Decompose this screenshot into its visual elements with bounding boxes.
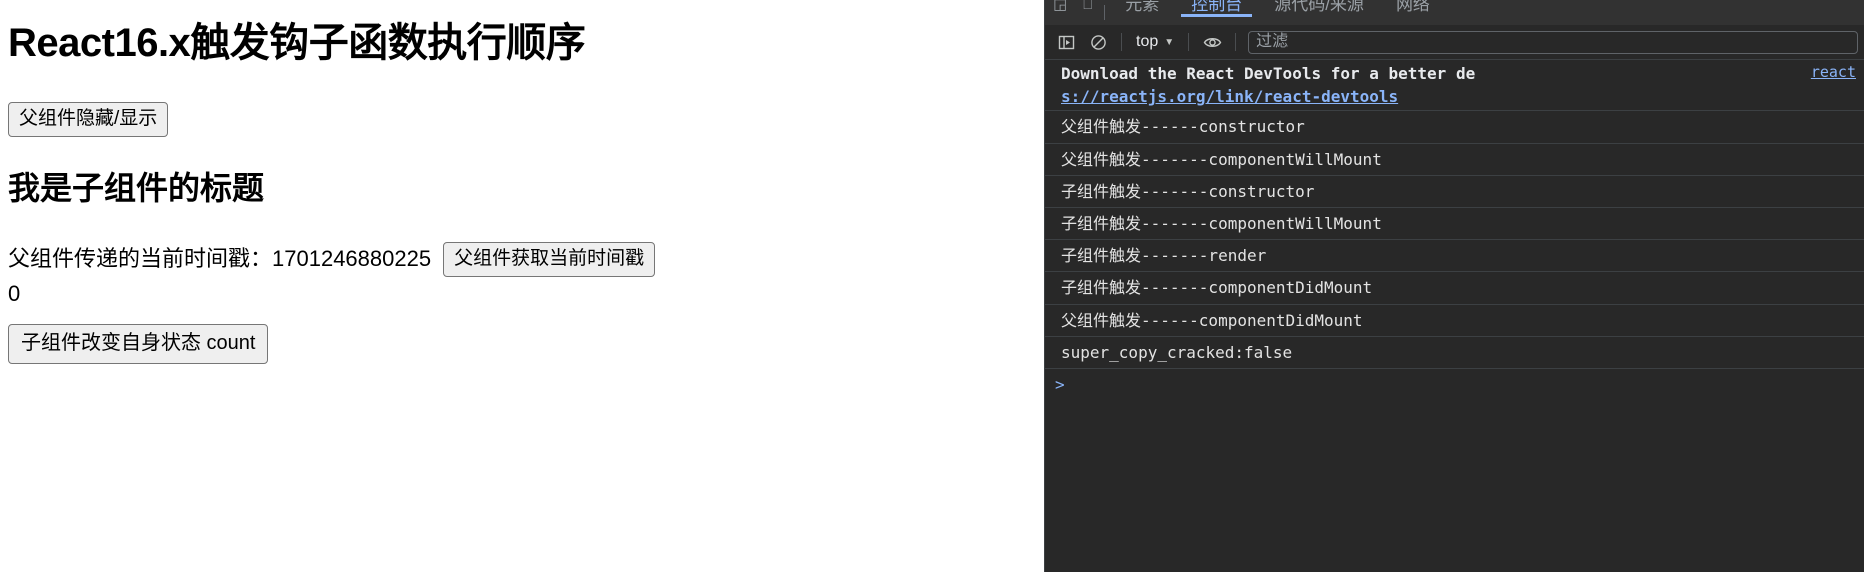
console-log-list[interactable]: react Download the React DevTools for a … bbox=[1045, 60, 1864, 572]
prompt-caret-icon: > bbox=[1055, 374, 1065, 394]
page-title: React16.x触发钩子函数执行顺序 bbox=[8, 21, 586, 65]
toolbar-divider-3 bbox=[1235, 33, 1237, 51]
console-log-row: 子组件触发-------componentWillMount bbox=[1045, 208, 1864, 241]
count-value: 0 bbox=[8, 280, 21, 306]
tab-sources[interactable]: 源代码/来源 bbox=[1258, 0, 1380, 17]
console-prompt[interactable]: > bbox=[1045, 369, 1864, 398]
console-sidebar-icon[interactable] bbox=[1051, 29, 1081, 55]
clear-console-icon[interactable] bbox=[1083, 29, 1113, 55]
timestamp-value: 1701246880225 bbox=[272, 245, 432, 271]
console-log-row: 子组件触发-------constructor bbox=[1045, 176, 1864, 208]
timestamp-label: 父组件传递的当前时间戳： bbox=[8, 245, 273, 271]
devtools-tabbar: ◲ ⎕ 元素 控制台 源代码/来源 网络 bbox=[1045, 0, 1864, 25]
count-button-row: 子组件改变自身状态 count bbox=[8, 324, 1036, 365]
console-warning-link[interactable]: s://reactjs.org/link/react-devtools bbox=[1061, 85, 1856, 108]
device-toolbar-icon[interactable]: ⎕ bbox=[1075, 0, 1100, 17]
child-component-title: 我是子组件的标题 bbox=[8, 169, 265, 206]
timestamp-block: 父组件传递的当前时间戳：1701246880225 父组件获取当前时间戳 bbox=[8, 241, 808, 279]
devtools-panel: ◲ ⎕ 元素 控制台 源代码/来源 网络 top ▼ 过滤 react Down… bbox=[1044, 0, 1864, 572]
toggle-button-row: 父组件隐藏/显示 bbox=[8, 102, 1036, 137]
console-log-row: super_copy_cracked:false bbox=[1045, 337, 1864, 369]
toolbar-divider-1 bbox=[1121, 33, 1122, 51]
console-warning-text: Download the React DevTools for a better… bbox=[1061, 64, 1476, 83]
console-toolbar: top ▼ bbox=[1045, 25, 1864, 60]
execution-context-label: top bbox=[1136, 33, 1159, 50]
toolbar-divider-2 bbox=[1188, 33, 1190, 51]
live-expression-icon[interactable] bbox=[1197, 29, 1227, 55]
console-warning-row: react Download the React DevTools for a … bbox=[1045, 60, 1864, 112]
console-log-row: 子组件触发-------componentDidMount bbox=[1045, 272, 1864, 305]
child-change-count-button[interactable]: 子组件改变自身状态 count bbox=[8, 324, 269, 365]
tab-elements[interactable]: 元素 bbox=[1109, 0, 1175, 17]
tab-console[interactable]: 控制台 bbox=[1175, 0, 1258, 17]
parent-toggle-button[interactable]: 父组件隐藏/显示 bbox=[8, 102, 169, 137]
console-log-row: 父组件触发------componentDidMount bbox=[1045, 305, 1864, 337]
inspect-element-icon[interactable]: ◲ bbox=[1045, 0, 1075, 17]
console-log-row: 父组件触发-------componentWillMount bbox=[1045, 144, 1864, 176]
tabbar-divider bbox=[1104, 5, 1106, 20]
web-page-content: React16.x触发钩子函数执行顺序 父组件隐藏/显示 我是子组件的标题 父组… bbox=[0, 0, 1044, 572]
fetch-timestamp-button[interactable]: 父组件获取当前时间戳 bbox=[443, 241, 656, 277]
console-log-row: 子组件触发-------render bbox=[1045, 240, 1864, 273]
execution-context-selector[interactable]: top ▼ bbox=[1130, 30, 1180, 54]
console-filter-input[interactable] bbox=[1248, 30, 1858, 54]
console-source-link[interactable]: react bbox=[1811, 62, 1856, 84]
tab-network[interactable]: 网络 bbox=[1380, 0, 1446, 17]
console-log-row: 父组件触发------constructor bbox=[1045, 111, 1864, 144]
chevron-down-icon: ▼ bbox=[1164, 36, 1175, 48]
